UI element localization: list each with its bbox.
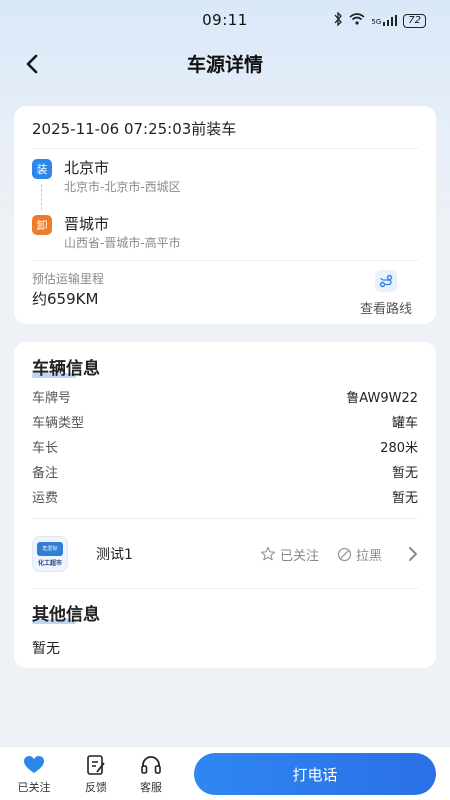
- shipper-row[interactable]: 危爱好 化工超市 测试1 已关注 拉黑: [32, 532, 418, 576]
- block-icon: [337, 547, 352, 561]
- divider: [32, 260, 418, 261]
- follow-button[interactable]: 已关注: [260, 545, 319, 564]
- info-key: 备注: [32, 465, 59, 481]
- info-key: 车牌号: [32, 390, 72, 406]
- cellular-signal-icon: 5G: [371, 15, 398, 26]
- info-value: 280米: [380, 440, 418, 456]
- info-value: 鲁AW9W22: [346, 390, 418, 406]
- info-row-vehicle-type: 车辆类型 罐车: [32, 409, 418, 433]
- page-title: 车源详情: [186, 53, 263, 76]
- other-section-title: 其他信息: [32, 600, 100, 625]
- info-row-plate: 车牌号 鲁AW9W22: [32, 384, 418, 408]
- headset-icon: [129, 753, 173, 777]
- origin-stop: 装 北京市 北京市-北京市-西城区: [32, 158, 181, 196]
- view-route-button[interactable]: 查看路线: [354, 270, 418, 317]
- distance-label: 预估运输里程: [32, 272, 105, 286]
- info-row-remark: 备注 暂无: [32, 459, 418, 483]
- info-key: 车长: [32, 440, 59, 456]
- tab-customer-service-label: 客服: [140, 781, 162, 794]
- tab-feedback[interactable]: 反馈: [74, 753, 118, 795]
- destination-stop: 卸 晋城市 山西省-晋城市-高平市: [32, 214, 181, 252]
- avatar-bottom-text: 化工超市: [37, 559, 62, 567]
- divider: [32, 518, 418, 519]
- chevron-left-icon: [26, 54, 38, 74]
- info-key: 运费: [32, 490, 59, 506]
- feedback-icon: [74, 753, 118, 777]
- shipper-avatar: 危爱好 化工超市: [32, 536, 68, 572]
- divider: [32, 148, 418, 149]
- tab-followed-label: 已关注: [17, 781, 51, 794]
- shipper-actions: 已关注 拉黑: [260, 545, 418, 564]
- unload-tag: 卸: [32, 215, 52, 235]
- battery-indicator: 72: [403, 13, 426, 28]
- origin-city: 北京市: [64, 159, 110, 177]
- other-info-text: 暂无: [32, 641, 60, 657]
- distance-value: 约659KM: [32, 290, 99, 308]
- load-tag: 装: [32, 159, 52, 179]
- view-route-label: 查看路线: [359, 302, 412, 317]
- bluetooth-icon: [333, 11, 343, 29]
- block-button[interactable]: 拉黑: [337, 545, 382, 564]
- block-label: 拉黑: [355, 548, 382, 564]
- route-icon: [375, 270, 397, 292]
- tab-customer-service[interactable]: 客服: [129, 753, 173, 795]
- back-button[interactable]: [18, 50, 46, 78]
- vehicle-card: 车辆信息 车牌号 鲁AW9W22 车辆类型 罐车 车长 280米 备注 暂无 运…: [14, 342, 436, 668]
- info-value: 暂无: [391, 490, 418, 506]
- other-section-title-text: 其他信息: [32, 605, 100, 625]
- follow-label: 已关注: [279, 548, 319, 564]
- status-bar: 09:11 5G 72: [0, 0, 450, 40]
- chevron-right-icon[interactable]: [408, 546, 418, 562]
- info-row-length: 车长 280米: [32, 434, 418, 458]
- wifi-icon: [349, 13, 365, 28]
- tab-followed[interactable]: 已关注: [12, 753, 56, 795]
- divider: [32, 588, 418, 589]
- load-time: 2025-11-06 07:25:03前装车: [32, 120, 237, 138]
- vehicle-section-title-text: 车辆信息: [32, 359, 100, 379]
- tab-feedback-label: 反馈: [85, 781, 107, 794]
- info-row-freight: 运费 暂无: [32, 484, 418, 508]
- network-type-label: 5G: [371, 18, 382, 26]
- call-button[interactable]: 打电话: [194, 753, 436, 795]
- nav-bar: 车源详情: [0, 40, 450, 86]
- info-value: 暂无: [391, 465, 418, 481]
- status-icons: 5G 72: [333, 11, 426, 29]
- shipper-name: 测试1: [96, 547, 133, 563]
- avatar-banner: 危爱好: [37, 541, 63, 556]
- info-value: 罐车: [391, 415, 418, 431]
- heart-icon: [12, 753, 56, 777]
- route-connector: [41, 184, 43, 210]
- star-icon: [260, 546, 276, 561]
- route-card: 2025-11-06 07:25:03前装车 装 北京市 北京市-北京市-西城区…: [14, 106, 436, 324]
- status-time: 09:11: [202, 11, 248, 29]
- vehicle-section-title: 车辆信息: [32, 354, 100, 379]
- origin-address: 北京市-北京市-西城区: [64, 180, 181, 194]
- destination-address: 山西省-晋城市-高平市: [64, 236, 181, 250]
- destination-city: 晋城市: [64, 215, 110, 233]
- bottom-action-bar: 已关注 反馈 客服 打电话: [0, 746, 450, 800]
- info-key: 车辆类型: [32, 415, 85, 431]
- avatar-top-text: 危爱好: [42, 546, 58, 552]
